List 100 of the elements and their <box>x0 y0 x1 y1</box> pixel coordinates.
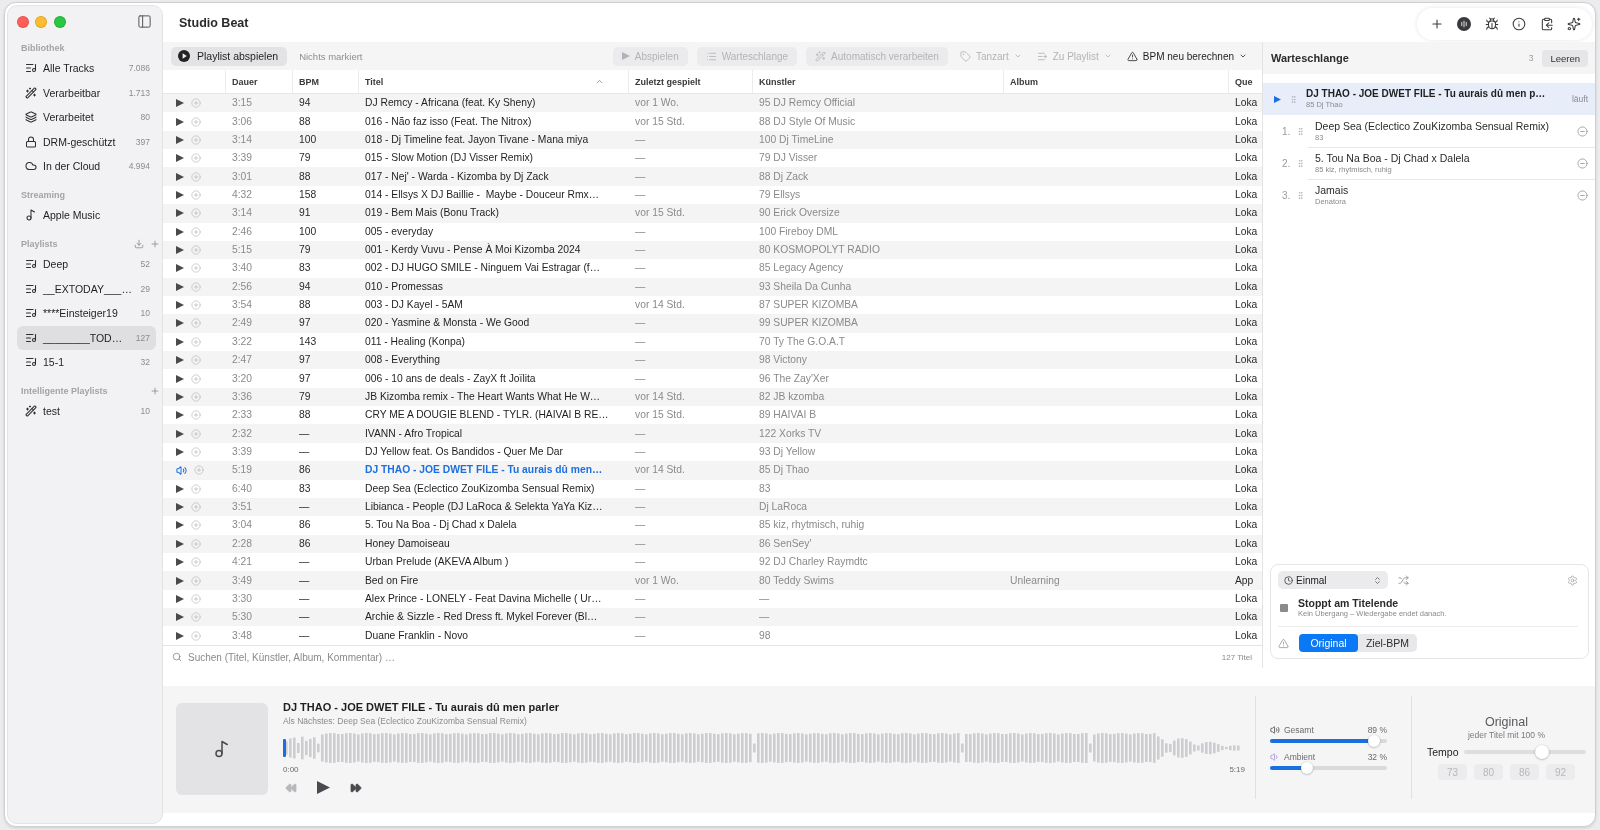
sidebar-item[interactable]: 15-1 32 <box>17 350 156 375</box>
add-icon[interactable] <box>191 428 201 439</box>
play-icon[interactable] <box>176 392 184 401</box>
sidebar-item[interactable]: __EXTODAY___… 29 <box>17 276 156 301</box>
sidebar-item[interactable]: In der Cloud 4.994 <box>17 154 156 179</box>
add-icon[interactable] <box>191 226 201 237</box>
add-icon[interactable] <box>191 447 201 457</box>
sparkles-icon[interactable] <box>1567 17 1581 31</box>
drag-handle-icon[interactable] <box>1289 94 1298 104</box>
add-icon[interactable] <box>191 391 201 402</box>
column-header[interactable]: Dauer <box>225 70 292 93</box>
add-icon[interactable] <box>194 465 204 476</box>
play-icon[interactable] <box>176 117 184 126</box>
play-icon[interactable] <box>176 301 184 310</box>
play-icon[interactable] <box>176 374 184 383</box>
play-icon[interactable] <box>176 190 184 199</box>
slider-thumb[interactable] <box>1534 745 1549 759</box>
add-icon[interactable] <box>191 208 201 219</box>
play-icon[interactable] <box>176 209 184 218</box>
sidebar-item[interactable]: Apple Music <box>17 203 156 228</box>
add-icon[interactable] <box>191 355 201 366</box>
add-icon[interactable] <box>191 300 201 311</box>
bug-icon[interactable] <box>1484 17 1499 31</box>
play-icon[interactable] <box>176 631 184 640</box>
add-icon[interactable] <box>191 612 201 623</box>
column-header[interactable]: Zuletzt gespielt <box>628 70 752 93</box>
drag-handle-icon[interactable] <box>1296 158 1305 168</box>
play-icon[interactable] <box>176 503 184 512</box>
add-icon[interactable] <box>191 575 201 586</box>
play-icon[interactable] <box>176 282 184 291</box>
drag-handle-icon[interactable] <box>1296 126 1305 136</box>
add-icon[interactable] <box>191 520 201 531</box>
play-icon[interactable] <box>176 594 184 603</box>
sidebar-item[interactable]: Deep 52 <box>17 252 156 277</box>
repeat-select[interactable]: Einmal <box>1278 571 1388 589</box>
add-icon[interactable] <box>191 281 201 292</box>
column-header[interactable]: Künstler <box>752 70 1003 93</box>
mode-segment[interactable]: Original <box>1299 634 1358 652</box>
play-icon[interactable] <box>176 227 184 236</box>
play-icon[interactable] <box>176 135 184 144</box>
play-icon[interactable] <box>176 521 184 530</box>
play-icon[interactable] <box>176 539 184 548</box>
sidebar-item[interactable]: ****Einsteiger19 10 <box>17 301 156 326</box>
minimize-button[interactable] <box>35 15 47 28</box>
search-field[interactable]: Suchen (Titel, Künstler, Album, Kommentar) … <box>188 651 1216 663</box>
play-icon[interactable] <box>176 154 184 163</box>
sidebar-item[interactable]: Verarbeitet 80 <box>17 105 156 130</box>
add-icon[interactable] <box>191 630 201 641</box>
sidebar-item[interactable]: DRM-geschützt 397 <box>17 129 156 154</box>
play-icon[interactable] <box>176 411 184 420</box>
add-icon[interactable] <box>191 410 201 421</box>
column-header[interactable]: Titel <box>358 70 628 93</box>
add-icon[interactable] <box>191 153 201 164</box>
play-icon[interactable] <box>176 264 184 273</box>
play-icon[interactable] <box>176 246 184 255</box>
plus-icon[interactable] <box>1429 17 1444 31</box>
shuffle-icon[interactable] <box>1398 574 1409 586</box>
import-icon[interactable] <box>134 239 144 249</box>
zoom-button[interactable] <box>53 15 66 28</box>
play-icon[interactable] <box>176 172 184 181</box>
add-icon[interactable] <box>191 245 201 256</box>
add-icon[interactable] <box>191 373 201 384</box>
toolbar-button[interactable]: BPM neu berechnen <box>1123 46 1250 66</box>
settings-icon[interactable] <box>1567 574 1578 586</box>
plus-icon[interactable] <box>150 239 160 249</box>
column-header[interactable]: Que <box>1228 70 1262 93</box>
fast-forward-icon[interactable] <box>350 781 362 794</box>
sidebar-item[interactable]: Alle Tracks 7.086 <box>17 56 156 81</box>
column-header[interactable]: Album <box>1003 70 1228 93</box>
add-icon[interactable] <box>191 134 201 145</box>
add-icon[interactable] <box>191 116 201 127</box>
clear-button[interactable]: Leeren <box>1542 49 1588 67</box>
add-icon[interactable] <box>191 557 201 568</box>
add-icon[interactable] <box>191 318 201 329</box>
add-icon[interactable] <box>191 502 201 513</box>
speaker-icon[interactable] <box>176 464 187 476</box>
sidebar-item[interactable]: Verarbeitbar 1.713 <box>17 80 156 105</box>
add-icon[interactable] <box>191 189 201 200</box>
add-icon[interactable] <box>191 593 201 604</box>
play-icon[interactable] <box>176 429 184 438</box>
add-icon[interactable] <box>191 538 201 549</box>
play-icon[interactable] <box>176 448 184 456</box>
add-icon[interactable] <box>191 263 201 274</box>
mode-segment[interactable]: Ziel-BPM <box>1358 634 1417 652</box>
add-icon[interactable] <box>191 336 201 347</box>
play-icon[interactable] <box>176 356 184 365</box>
sidebar-item[interactable]: ________TOD… 127 <box>17 325 156 350</box>
sidebar-toggle-icon[interactable] <box>137 14 152 29</box>
play-icon[interactable] <box>176 319 184 328</box>
playhead[interactable] <box>283 739 286 757</box>
play-icon[interactable] <box>317 781 330 794</box>
remove-icon[interactable] <box>1577 125 1588 137</box>
remove-icon[interactable] <box>1577 190 1588 201</box>
play-playlist-button[interactable]: Playlist abspielen <box>171 46 288 66</box>
clipboard-icon[interactable] <box>1539 17 1554 31</box>
plus-icon[interactable] <box>150 386 160 396</box>
add-icon[interactable] <box>191 483 201 494</box>
info-icon[interactable] <box>1512 17 1526 31</box>
slider-thumb[interactable] <box>1368 735 1381 747</box>
play-icon[interactable] <box>176 337 184 346</box>
